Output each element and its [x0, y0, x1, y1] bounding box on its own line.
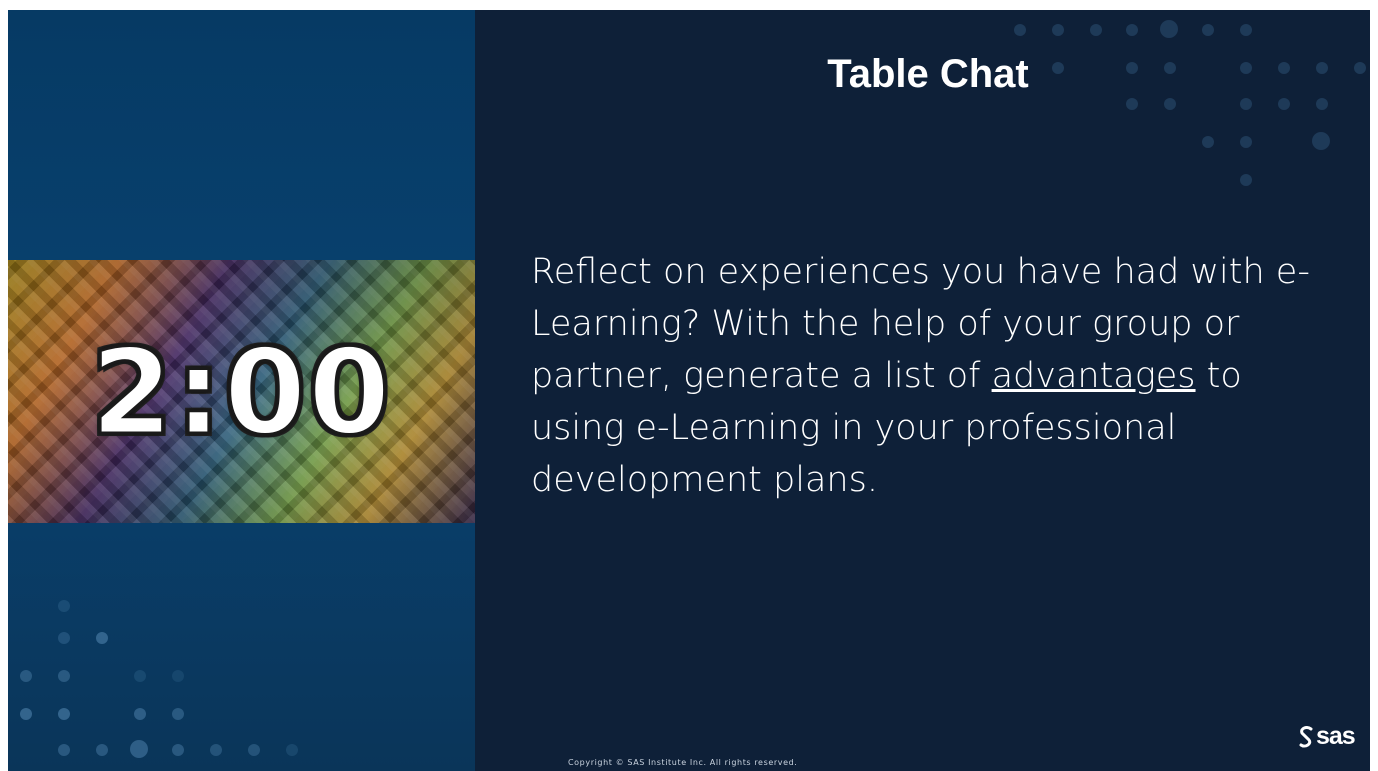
copyright-notice: Copyright © SAS Institute Inc. All right…: [568, 758, 798, 767]
slide-body-text: Reflect on experiences you have had with…: [531, 246, 1331, 506]
sas-logo-icon: [1299, 725, 1313, 748]
slide: 2:00 Table Chat Reflect on experiences y…: [8, 10, 1370, 771]
countdown-timer-image: 2:00: [8, 260, 475, 523]
sas-logo-text: sas: [1316, 722, 1356, 750]
slide-title: Table Chat: [827, 52, 1029, 96]
left-panel: 2:00: [8, 10, 475, 771]
timer-display: 2:00: [89, 321, 393, 462]
body-text-emphasis: advantages: [991, 356, 1196, 396]
sas-logo: sas: [1297, 722, 1356, 751]
